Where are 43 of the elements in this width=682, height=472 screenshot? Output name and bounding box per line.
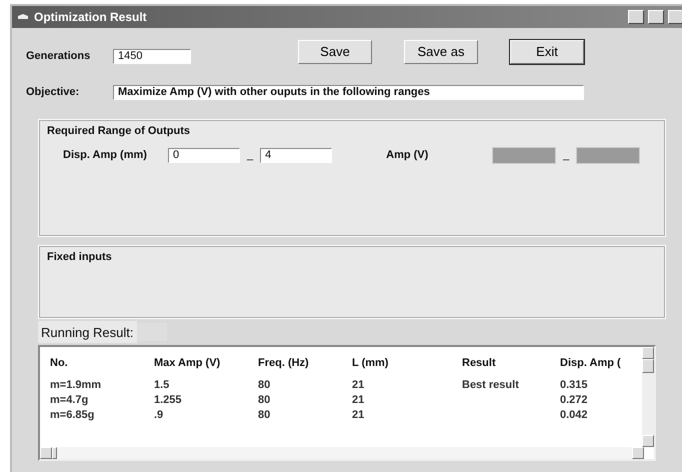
column-header: Freq. (Hz) bbox=[257, 356, 310, 370]
window-title: Optimization Result bbox=[34, 9, 147, 26]
table-cell-text: 21 bbox=[351, 393, 366, 408]
table-cell-text: m=4.7g bbox=[50, 393, 90, 408]
table-cell-text: 0.315 bbox=[560, 378, 589, 393]
table-cell-text: 21 bbox=[351, 408, 366, 423]
column-header: Max Amp (V) bbox=[153, 356, 222, 370]
field-label: Amp (V) bbox=[386, 148, 430, 164]
table-cell-text: 1.5 bbox=[153, 378, 170, 393]
dialog-button[interactable]: Exit bbox=[510, 40, 584, 64]
table-cell-text: 80 bbox=[257, 378, 272, 393]
separator: _ bbox=[563, 148, 570, 164]
table-cell-text: Best result bbox=[462, 378, 520, 393]
group-title: Fixed inputs bbox=[47, 250, 113, 264]
table-cell-text: .9 bbox=[153, 408, 164, 423]
table-cell-text: 1.255 bbox=[153, 393, 183, 408]
table-cell-text: m=1.9mm bbox=[50, 378, 102, 393]
scroll-thumb[interactable] bbox=[642, 358, 654, 372]
dialog-button[interactable]: Save as bbox=[404, 40, 478, 64]
column-header: L (mm) bbox=[351, 356, 390, 370]
range-field[interactable]: 0 bbox=[168, 148, 240, 163]
field-label: Objective: bbox=[26, 85, 80, 100]
app-icon bbox=[18, 13, 28, 21]
table-cell-text: 0.042 bbox=[560, 408, 589, 423]
separator: _ bbox=[247, 148, 254, 164]
table-cell-text: 80 bbox=[257, 408, 272, 423]
table-cell-text: 80 bbox=[257, 393, 272, 408]
column-header: Disp. Amp ( bbox=[560, 356, 622, 370]
table-cell-text: 21 bbox=[351, 378, 366, 393]
group-title: Required Range of Outputs bbox=[47, 124, 191, 138]
column-header: Result bbox=[462, 356, 497, 370]
section-label: Running Result: bbox=[38, 320, 136, 342]
column-header: No. bbox=[50, 356, 69, 370]
generations-field[interactable]: 1450 bbox=[113, 48, 191, 64]
scroll-thumb[interactable] bbox=[52, 446, 57, 458]
field-label: Disp. Amp (mm) bbox=[63, 148, 148, 164]
vertical-scrollbar[interactable] bbox=[642, 346, 654, 446]
dialog-button[interactable]: Save bbox=[298, 40, 372, 64]
objective-field[interactable]: Maximize Amp (V) with other ouputs in the following ranges bbox=[113, 84, 584, 100]
range-field[interactable]: 4 bbox=[260, 148, 332, 163]
field-label: Generations bbox=[26, 48, 92, 64]
table-cell-text: 0.272 bbox=[560, 393, 589, 408]
table-cell-text: m=6.85g bbox=[50, 408, 96, 423]
